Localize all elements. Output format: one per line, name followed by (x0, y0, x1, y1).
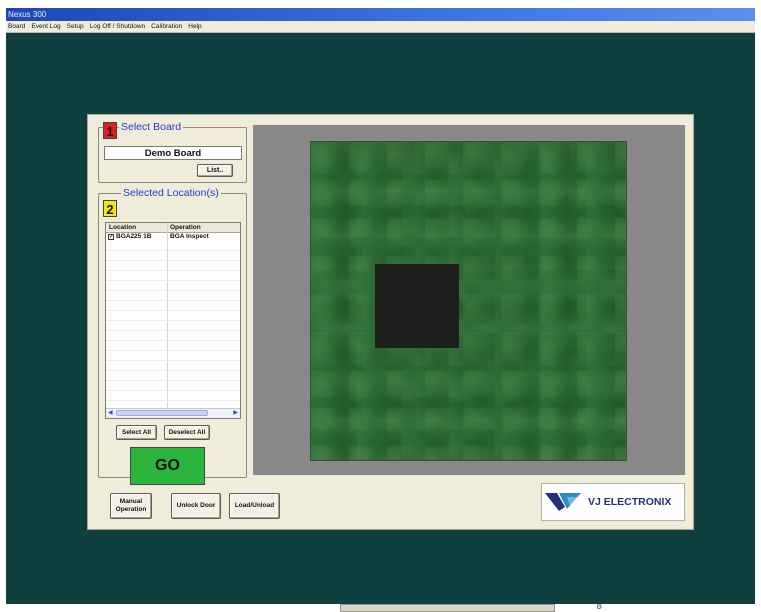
grid-line (106, 370, 240, 371)
vj-logo-icon (545, 493, 581, 511)
grid-line (106, 340, 240, 341)
column-operation[interactable]: Operation (170, 223, 201, 232)
menu-calibration[interactable]: Calibration (151, 23, 182, 30)
grid-line (106, 260, 240, 261)
horizontal-scrollbar[interactable]: ◀ ▶ (106, 408, 240, 418)
select-board-title: Select Board (119, 121, 184, 133)
company-logo: VJ ELECTRONIX (541, 483, 685, 521)
load-unload-button[interactable]: Load/Unload (229, 493, 280, 519)
row-location: BGA225 1B (116, 233, 152, 240)
manual-operation-button[interactable]: Manual Operation (110, 493, 152, 519)
logo-text: VJ ELECTRONIX (588, 496, 672, 508)
grid-line (106, 400, 240, 401)
status-indicator-icon: ⚙ (596, 604, 603, 611)
menu-board[interactable]: Board (8, 23, 25, 30)
grid-line (106, 390, 240, 391)
status-segment (340, 604, 555, 612)
deselect-all-button[interactable]: Deselect All (164, 425, 210, 440)
scroll-thumb[interactable] (116, 410, 208, 416)
grid-line (106, 380, 240, 381)
main-panel: 1 Select Board Demo Board List.. 2 Selec… (87, 114, 694, 530)
grid-line (106, 330, 240, 331)
menu-bar: Board Event Log Setup Log Off / Shutdown… (6, 21, 755, 33)
grid-line (106, 320, 240, 321)
grid-line (106, 290, 240, 291)
unlock-door-button[interactable]: Unlock Door (171, 493, 221, 519)
grid-line (106, 300, 240, 301)
row-operation: BGA Inspect (170, 233, 209, 240)
grid-line (106, 350, 240, 351)
selected-locations-group: 2 Selected Location(s) Location Operatio… (98, 187, 247, 485)
selected-locations-title: Selected Location(s) (121, 187, 221, 199)
select-board-group: 1 Select Board Demo Board List.. (98, 121, 247, 183)
grid-line (106, 280, 240, 281)
list-button[interactable]: List.. (197, 164, 233, 177)
status-bar: ⚙ (0, 604, 761, 612)
manual-operation-label-2: Operation (115, 506, 147, 513)
pcb-image (310, 141, 627, 461)
column-location[interactable]: Location (109, 223, 136, 232)
scroll-right-icon[interactable]: ▶ (233, 409, 238, 417)
step-number-1: 1 (103, 122, 117, 139)
select-all-button[interactable]: Select All (116, 425, 157, 440)
grid-line (106, 250, 240, 251)
table-row[interactable]: ✓ BGA225 1B BGA Inspect (106, 233, 240, 241)
menu-event-log[interactable]: Event Log (31, 23, 60, 30)
row-checkbox[interactable]: ✓ (108, 234, 114, 240)
menu-setup[interactable]: Setup (67, 23, 84, 30)
list-header: Location Operation (106, 223, 240, 233)
window-title: Nexus 300 (8, 10, 47, 19)
step-number-2: 2 (103, 200, 117, 217)
grid-line (106, 360, 240, 361)
board-name-field[interactable]: Demo Board (104, 146, 242, 160)
board-image-viewport[interactable] (253, 125, 685, 475)
menu-log-off-shutdown[interactable]: Log Off / Shutdown (90, 23, 146, 30)
scroll-left-icon[interactable]: ◀ (108, 409, 113, 417)
grid-line (106, 270, 240, 271)
bga-component (375, 264, 459, 348)
grid-line (106, 310, 240, 311)
title-bar: Nexus 300 (6, 8, 755, 21)
go-button[interactable]: GO (130, 447, 205, 485)
locations-list[interactable]: Location Operation ✓ BGA225 1B BGA Inspe… (105, 222, 241, 419)
manual-operation-label-1: Manual (119, 498, 143, 505)
menu-help[interactable]: Help (188, 23, 201, 30)
